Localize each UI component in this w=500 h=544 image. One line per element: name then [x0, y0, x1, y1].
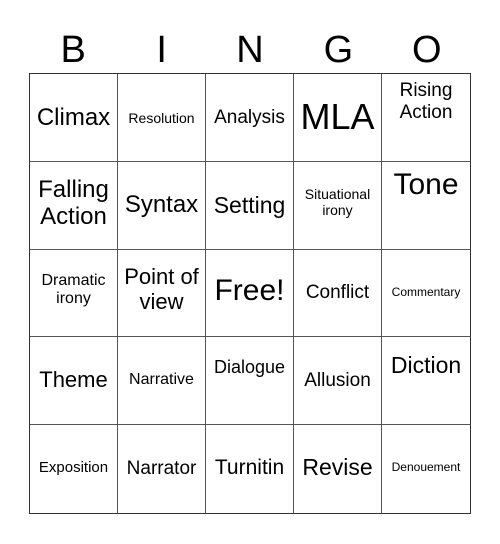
bingo-cell[interactable]: Turnitin [206, 425, 294, 513]
bingo-cell[interactable]: Narrative [118, 337, 206, 426]
bingo-cell-text: Narrator [126, 458, 197, 480]
bingo-cell-text: Tone [393, 167, 459, 201]
bingo-cell-text: Free! [214, 273, 285, 307]
bingo-cell[interactable]: Allusion [294, 337, 382, 426]
header-letter-o: O [412, 29, 442, 71]
bingo-cell[interactable]: Denouement [382, 425, 470, 513]
bingo-cell[interactable]: Free! [206, 249, 294, 338]
header-letter-g: G [323, 29, 354, 71]
bingo-cell-text: Dialogue [213, 357, 286, 378]
bingo-cell-text: Conflict [305, 281, 370, 303]
bingo-cell-text: Point of view [124, 263, 199, 314]
bingo-grid: Climax Resolution Analysis MLA Rising Action… [29, 73, 471, 514]
bingo-cell-text: Syntax [124, 190, 199, 218]
bingo-cell-text: Narrative [129, 371, 194, 389]
bingo-cell-text: Revise [302, 454, 373, 481]
bingo-cell[interactable]: Commentary [382, 250, 470, 338]
header-letter-i: I [156, 29, 167, 71]
bingo-cell[interactable]: Dialogue [206, 337, 294, 426]
bingo-cell-text: Allusion [304, 370, 371, 392]
bingo-cell[interactable]: Syntax [118, 161, 206, 250]
bingo-cell[interactable]: Theme [30, 337, 118, 426]
bingo-cell-text: Dramatic irony [41, 271, 106, 307]
bingo-cell[interactable]: Climax [30, 74, 118, 162]
bingo-cell-text: Commentary [391, 284, 461, 299]
bingo-cell[interactable]: Point of view [118, 249, 206, 338]
bingo-cell[interactable]: Diction [382, 337, 470, 426]
bingo-cell[interactable]: Tone [382, 162, 470, 250]
bingo-cell[interactable]: Exposition [30, 425, 118, 513]
bingo-cell[interactable]: MLA [294, 74, 382, 162]
header-letter-b: B [60, 29, 86, 71]
bingo-cell[interactable]: Resolution [118, 74, 206, 162]
bingo-cell[interactable]: Conflict [294, 249, 382, 338]
bingo-cell-text: Exposition [38, 459, 109, 477]
bingo-cell-text: Situational irony [304, 185, 371, 218]
bingo-cell[interactable]: Analysis [206, 74, 294, 162]
bingo-cell-text: Diction [390, 352, 462, 379]
bingo-cell-text: Theme [39, 367, 108, 393]
bingo-cell[interactable]: Falling Action [30, 161, 118, 250]
header-letter-n: N [236, 29, 264, 71]
bingo-cell-text: Falling Action [38, 175, 109, 231]
bingo-cell[interactable]: Narrator [118, 425, 206, 513]
bingo-header: B I N G O [29, 28, 471, 72]
bingo-cell[interactable]: Setting [206, 161, 294, 250]
bingo-cell-text: Setting [213, 191, 286, 218]
bingo-cell-text: Resolution [128, 110, 195, 126]
bingo-cell[interactable]: Situational irony [294, 161, 382, 250]
bingo-cell-text: MLA [300, 96, 375, 137]
bingo-cell[interactable]: Revise [294, 425, 382, 513]
bingo-cell-text: Analysis [214, 107, 285, 128]
bingo-cell[interactable]: Rising Action [382, 74, 470, 162]
bingo-cell-text: Climax [36, 104, 111, 131]
bingo-cell[interactable]: Dramatic irony [30, 249, 118, 338]
bingo-cell-text: Denouement [391, 460, 461, 475]
bingo-cell-text: Rising Action [399, 80, 453, 123]
bingo-cell-text: Turnitin [214, 456, 285, 480]
